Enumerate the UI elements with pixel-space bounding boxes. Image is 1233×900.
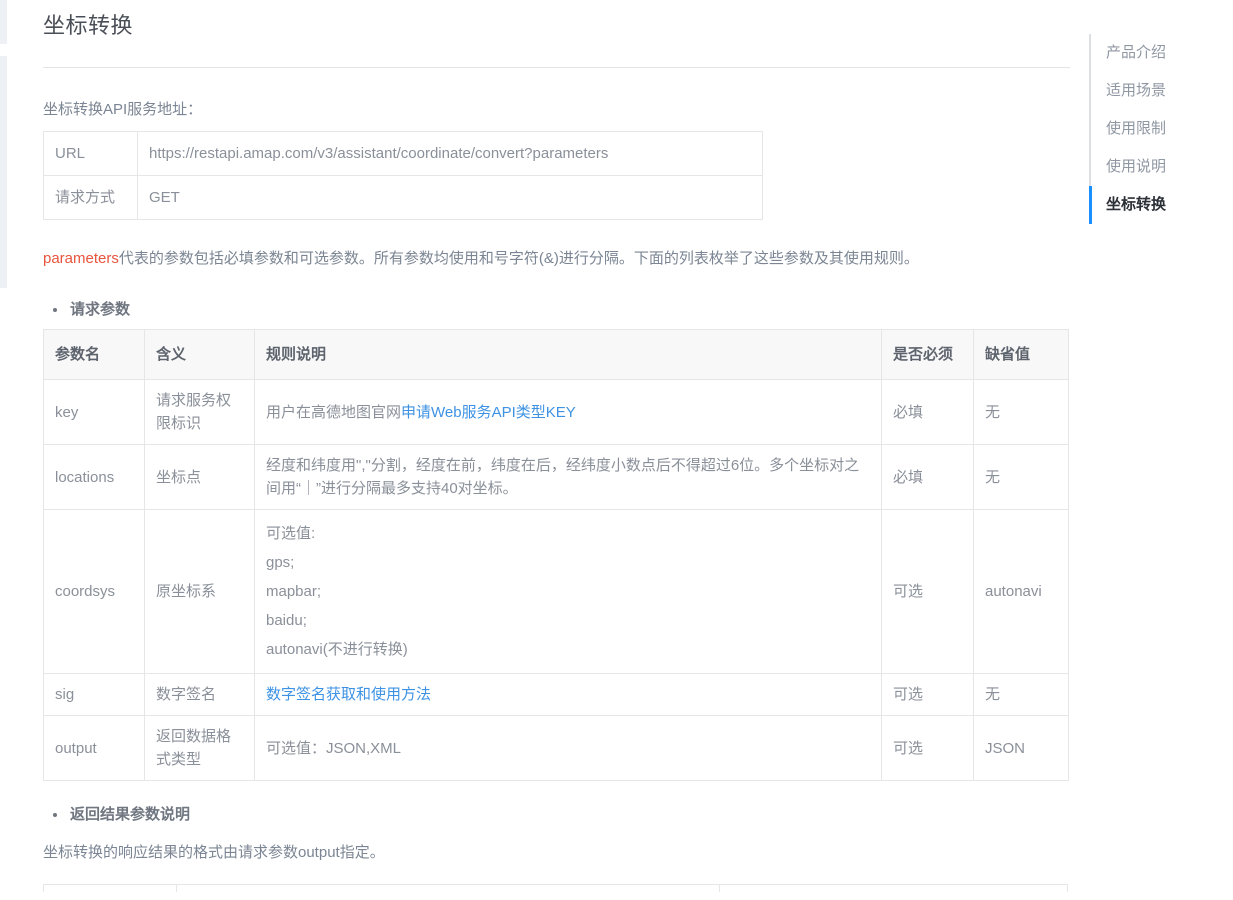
left-rail-strip-bottom — [0, 56, 7, 288]
column-header-default: 缺省值 — [973, 329, 1069, 380]
column-header-meaning: 含义 — [144, 329, 255, 380]
title-divider — [43, 67, 1070, 68]
nav-item-usage-limits[interactable]: 使用限制 — [1089, 110, 1233, 148]
column-header-name: 参数名 — [43, 329, 145, 380]
response-format-note: 坐标转换的响应结果的格式由请求参数output指定。 — [43, 844, 385, 861]
response-parameters-table-partial — [43, 884, 1068, 892]
param-name: key — [43, 379, 145, 445]
param-required: 可选 — [881, 509, 974, 674]
main-content: 坐标转换 坐标转换API服务地址： URL https://restapi.am… — [43, 0, 1070, 892]
service-method-label: 请求方式 — [43, 175, 138, 220]
nav-item-label: 坐标转换 — [1106, 196, 1167, 213]
request-params-heading-list: 请求参数 — [43, 300, 1070, 320]
param-rule: 可选值：JSON,XML — [254, 715, 882, 781]
param-rule: 数字签名获取和使用方法 — [254, 673, 882, 716]
param-default: 无 — [973, 444, 1069, 510]
table-row: URL https://restapi.amap.com/v3/assistan… — [43, 131, 763, 176]
param-name: coordsys — [43, 509, 145, 674]
param-meaning: 坐标点 — [144, 444, 255, 510]
service-method-value: GET — [137, 175, 763, 220]
param-default: autonavi — [973, 509, 1069, 674]
request-parameters-table: 参数名 含义 规则说明 是否必须 缺省值 key 请求服务权限标识 用户在高德地… — [43, 329, 1069, 781]
response-params-heading: 返回结果参数说明 — [43, 805, 1070, 825]
nav-item-label: 使用说明 — [1106, 158, 1167, 175]
param-meaning: 返回数据格式类型 — [144, 715, 255, 781]
nav-item-label: 产品介绍 — [1106, 44, 1167, 61]
nav-item-use-cases[interactable]: 适用场景 — [1089, 72, 1233, 110]
param-rule: 可选值: gps; mapbar; baidu; autonavi(不进行转换) — [254, 509, 882, 674]
nav-item-coordinate-convert[interactable]: 坐标转换 — [1089, 186, 1233, 224]
bottom-table-col-2 — [177, 885, 720, 892]
column-header-required: 是否必须 — [881, 329, 974, 380]
param-meaning: 数字签名 — [144, 673, 255, 716]
param-rule-text: 用户在高德地图官网 — [266, 403, 402, 421]
parameters-description: parameters代表的参数包括必填参数和可选参数。所有参数均使用和号字符(&… — [43, 242, 1053, 276]
param-default: 无 — [973, 673, 1069, 716]
param-default: JSON — [973, 715, 1069, 781]
right-side-navigation: 产品介绍 适用场景 使用限制 使用说明 坐标转换 — [1089, 34, 1233, 224]
table-row: key 请求服务权限标识 用户在高德地图官网申请Web服务API类型KEY 必填… — [43, 379, 1069, 445]
response-params-heading-list: 返回结果参数说明 — [43, 805, 1070, 825]
digital-signature-doc-link[interactable]: 数字签名获取和使用方法 — [266, 686, 431, 703]
table-row: output 返回数据格式类型 可选值：JSON,XML 可选 JSON — [43, 715, 1069, 781]
table-row: coordsys 原坐标系 可选值: gps; mapbar; baidu; a… — [43, 509, 1069, 674]
param-required: 可选 — [881, 715, 974, 781]
apply-web-service-key-link[interactable]: 申请Web服务API类型KEY — [401, 404, 576, 421]
table-row: sig 数字签名 数字签名获取和使用方法 可选 无 — [43, 673, 1069, 716]
table-row: 请求方式 GET — [43, 175, 763, 220]
table-header-row: 参数名 含义 规则说明 是否必须 缺省值 — [43, 329, 1069, 380]
param-name: locations — [43, 444, 145, 510]
param-required: 可选 — [881, 673, 974, 716]
nav-item-label: 适用场景 — [1106, 82, 1167, 99]
param-default: 无 — [973, 379, 1069, 445]
nav-item-label: 使用限制 — [1106, 120, 1167, 137]
parameters-description-text: 代表的参数包括必填参数和可选参数。所有参数均使用和号字符(&)进行分隔。下面的列… — [118, 250, 919, 267]
service-endpoint-table: URL https://restapi.amap.com/v3/assistan… — [43, 131, 763, 220]
param-required: 必填 — [881, 379, 974, 445]
param-rule: 用户在高德地图官网申请Web服务API类型KEY — [254, 379, 882, 445]
param-required: 必填 — [881, 444, 974, 510]
param-name: sig — [43, 673, 145, 716]
param-name: output — [43, 715, 145, 781]
table-row: locations 坐标点 经度和纬度用","分割，经度在前，纬度在后，经纬度小… — [43, 444, 1069, 510]
param-meaning: 请求服务权限标识 — [144, 379, 255, 445]
service-address-label: 坐标转换API服务地址： — [43, 101, 203, 118]
service-url-label: URL — [43, 131, 138, 176]
page-title: 坐标转换 — [43, 13, 134, 38]
service-url-value: https://restapi.amap.com/v3/assistant/co… — [137, 131, 763, 176]
param-rule: 经度和纬度用","分割，经度在前，纬度在后，经纬度小数点后不得超过6位。多个坐标… — [254, 444, 882, 510]
request-params-heading: 请求参数 — [43, 300, 1070, 320]
column-header-rule: 规则说明 — [254, 329, 882, 380]
left-rail-strip-top — [0, 0, 7, 44]
bottom-table-col-3 — [720, 885, 1067, 892]
bottom-table-col-1 — [44, 885, 177, 892]
nav-item-usage-instructions[interactable]: 使用说明 — [1089, 148, 1233, 186]
nav-item-product-intro[interactable]: 产品介绍 — [1089, 34, 1233, 72]
param-meaning: 原坐标系 — [144, 509, 255, 674]
parameters-code-token: parameters — [43, 250, 119, 267]
documentation-page: 坐标转换 坐标转换API服务地址： URL https://restapi.am… — [0, 0, 1233, 900]
